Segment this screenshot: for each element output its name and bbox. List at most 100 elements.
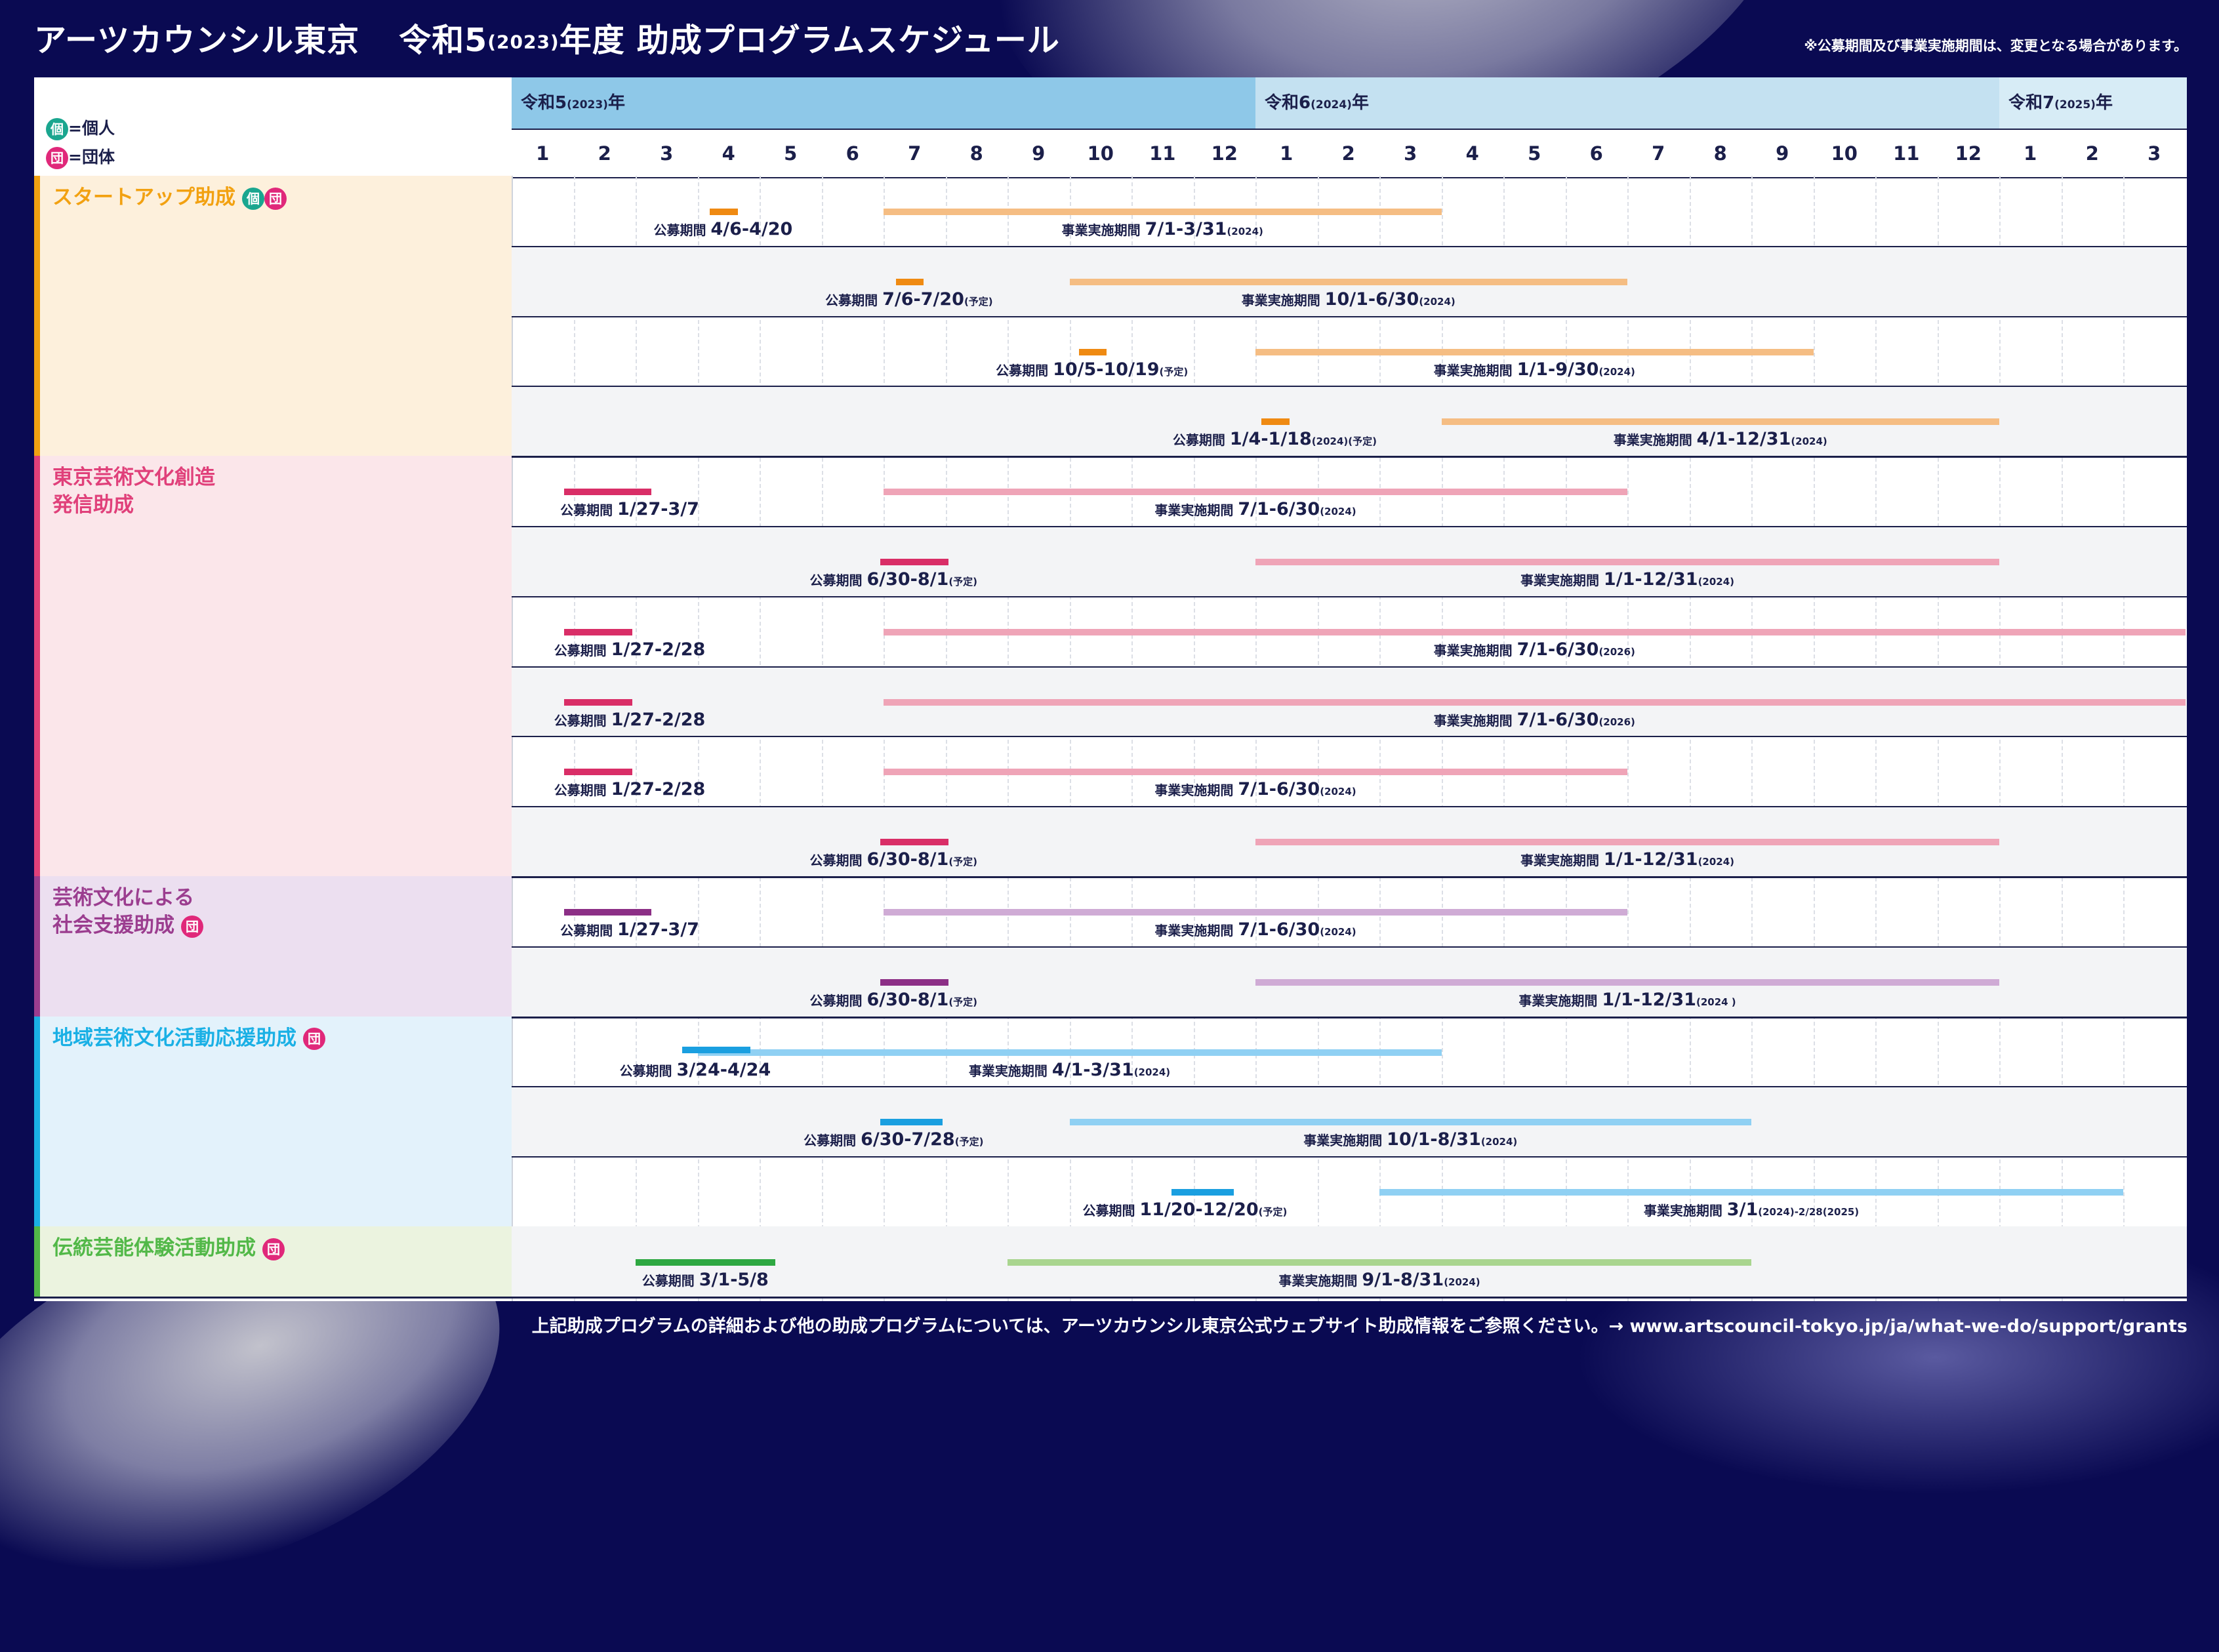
application-period-bar [564, 769, 633, 776]
section-divider [34, 1296, 2187, 1299]
implementation-period-bar [1441, 418, 1999, 426]
period-note: (予定) [1258, 1206, 1288, 1219]
period-prefix: 公募期間 [641, 1273, 699, 1289]
period-prefix: 事業実施期間 [1520, 573, 1604, 588]
period-dates: 6/30-8/1 [866, 849, 949, 870]
month-cell: 6 [1589, 142, 1603, 165]
section-tags: 個団 [242, 186, 287, 210]
period-prefix: 事業実施期間 [1241, 292, 1325, 308]
period-prefix: 公募期間 [560, 502, 618, 519]
period-prefix: 公募期間 [619, 1062, 677, 1079]
application-period-bar [564, 628, 633, 635]
period-dates: 10/5-10/19 [1053, 359, 1160, 380]
application-period-bar [880, 839, 949, 846]
month-cell: 9 [1776, 142, 1789, 165]
section-region: 地域芸術文化活動応援助成団 [34, 1016, 512, 1226]
section-name-line: 伝統芸能体験活動助成団 [52, 1234, 285, 1262]
group-tag-icon: 団 [46, 147, 68, 169]
application-period-bar [564, 489, 651, 496]
application-period-bar [710, 209, 738, 215]
year-header: 令和6(2024)年 [1255, 77, 1999, 129]
application-period-bar [564, 909, 651, 916]
period-prefix: 事業実施期間 [968, 1062, 1052, 1079]
application-period-bar [1261, 418, 1290, 426]
section-name: スタートアップ助成個団 [52, 184, 287, 211]
period-prefix: 公募期間 [996, 362, 1053, 378]
period-dates: 4/6-4/20 [710, 219, 793, 239]
period-prefix: 公募期間 [1172, 432, 1230, 449]
schedule-chart: 令和5(2023)年 令和6(2024)年 令和7(2025)年個 =個人団 =団体 1 2… [34, 77, 2187, 1301]
fiscal-year-title: 令和5(2023)年度 助成プログラムスケジュール [399, 22, 1060, 59]
period-dates: 3/24-4/24 [676, 1059, 771, 1080]
period-dates: 1/1-9/30 [1517, 359, 1599, 380]
month-cell: 3 [2148, 142, 2161, 165]
period-dates: 1/27-3/7 [617, 919, 699, 940]
group-tag-icon: 団 [264, 187, 287, 210]
section-name-line: スタートアップ助成個団 [52, 184, 287, 211]
month-cell: 12 [1955, 142, 1982, 165]
implementation-period-bar [1008, 1259, 1751, 1266]
application-period-label: 公募期間 3/24-4/24 [620, 1060, 771, 1080]
month-cell: 10 [1087, 142, 1114, 165]
implementation-period-bar [1379, 1189, 2123, 1196]
year-suffix: 年 [1351, 93, 1369, 113]
period-prefix: 事業実施期間 [1520, 853, 1604, 869]
individual-tag-icon: 個 [242, 187, 264, 210]
legend-group-text: =団体 [68, 148, 115, 167]
period-note: (2024) [1444, 1276, 1480, 1288]
application-period-label: 公募期間 1/4-1/18(2024)(予定) [1173, 429, 1377, 449]
implementation-period-label: 事業実施期間 7/1-6/30(2026) [1434, 710, 1635, 730]
year-header: 令和5(2023)年 [512, 77, 1255, 129]
implementation-period-label: 事業実施期間 9/1-8/31(2024) [1278, 1270, 1480, 1290]
section-name: 伝統芸能体験活動助成団 [52, 1234, 285, 1262]
period-dates: 4/1-12/31 [1696, 429, 1791, 450]
implementation-period-bar [884, 698, 2186, 706]
period-prefix: 公募期間 [554, 712, 611, 729]
section-name-line: 地域芸術文化活動応援助成団 [52, 1024, 325, 1052]
row-divider [296, 595, 2187, 597]
period-dates: 1/27-3/7 [617, 499, 699, 520]
implementation-period-bar [1069, 1119, 1751, 1126]
period-dates: 3/1-5/8 [699, 1270, 769, 1290]
row-divider [296, 666, 2187, 668]
period-prefix: 公募期間 [554, 642, 611, 658]
application-period-label: 公募期間 1/27-2/28 [554, 779, 706, 799]
change-notice: ※公募期間及び事業実施期間は、変更となる場合があります。 [1804, 38, 2188, 54]
implementation-period-label: 事業実施期間 1/1-12/31(2024) [1520, 569, 1734, 590]
year-era: 令和7 [2008, 93, 2055, 113]
year-header: 令和7(2025)年 [1999, 77, 2187, 129]
period-note: (2024)(予定) [1311, 435, 1377, 448]
implementation-period-bar [884, 769, 1627, 776]
implementation-period-bar [884, 489, 1627, 496]
month-cell: 8 [1713, 142, 1727, 165]
implementation-period-bar [884, 909, 1627, 916]
implementation-period-bar [884, 628, 2186, 635]
month-cell: 8 [969, 142, 983, 165]
implementation-period-bar [1255, 348, 1814, 355]
period-note: (2024) [1419, 295, 1456, 308]
application-period-label: 公募期間 10/5-10/19(予定) [996, 359, 1188, 380]
month-cell: 7 [1652, 142, 1665, 165]
section-trad: 伝統芸能体験活動助成団 [34, 1226, 512, 1297]
period-prefix: 公募期間 [809, 992, 867, 1009]
period-prefix: 事業実施期間 [1643, 1203, 1727, 1219]
period-note: (2024) [1698, 576, 1735, 588]
footer-link-text[interactable]: 上記助成プログラムの詳細および他の助成プログラムについては、アーツカウンシル東京… [532, 1312, 2188, 1337]
implementation-period-label: 事業実施期間 4/1-12/31(2024) [1614, 429, 1827, 449]
section-tags: 団 [262, 1236, 285, 1260]
period-note: (予定) [954, 1136, 984, 1148]
year-western: (2023) [567, 98, 608, 111]
application-period-bar [636, 1259, 775, 1266]
period-note: (2024) [1791, 435, 1827, 448]
application-period-bar [1171, 1189, 1234, 1196]
application-period-label: 公募期間 6/30-8/1(予定) [809, 990, 977, 1010]
section-name: 芸術文化による 社会支援助成団 [52, 884, 203, 939]
legend-individual-text: =個人 [68, 119, 115, 138]
application-period-label: 公募期間 6/30-8/1(予定) [809, 849, 977, 870]
period-prefix: 事業実施期間 [1433, 642, 1517, 658]
period-dates: 7/1-3/31 [1145, 219, 1227, 239]
application-period-bar [1078, 348, 1107, 355]
section-name-line: 社会支援助成団 [52, 912, 203, 939]
period-dates: 7/1-6/30 [1238, 499, 1320, 520]
month-cell: 12 [1211, 142, 1238, 165]
